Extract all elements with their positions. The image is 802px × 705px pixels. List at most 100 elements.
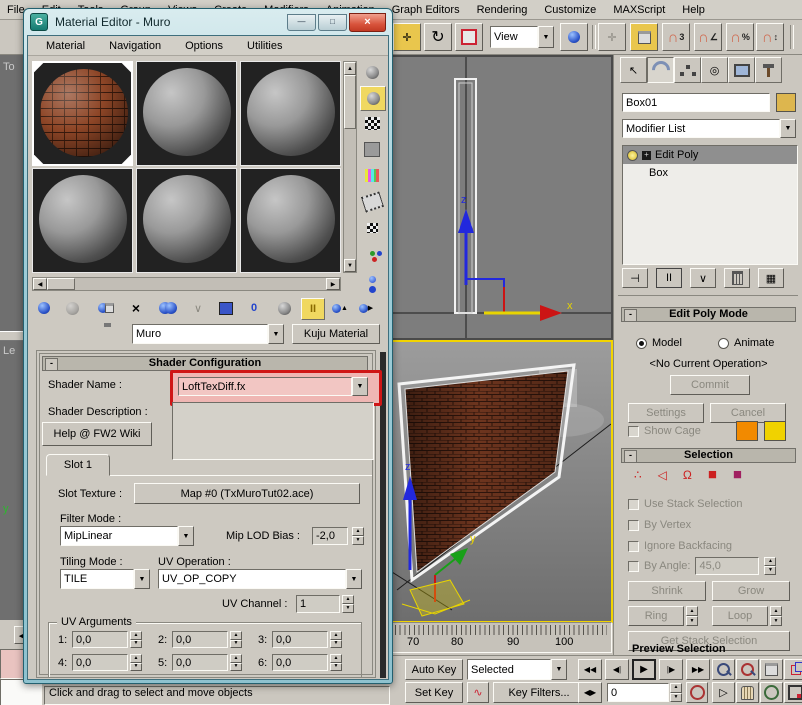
uv-arg-spinner-5[interactable]: ▲▼ <box>230 654 242 671</box>
maximize-button[interactable]: □ <box>318 14 347 31</box>
slots-vertical-scrollbar[interactable]: ▲ ▼ <box>343 61 357 273</box>
remove-modifier-button[interactable] <box>724 268 750 288</box>
configure-modifier-sets-button[interactable]: ▦ <box>758 268 784 288</box>
material-type-button[interactable]: Kuju Material <box>292 324 380 344</box>
play-button[interactable]: ▶ <box>632 659 656 680</box>
menu-material[interactable]: Material <box>46 40 85 52</box>
menu-maxscript[interactable]: MAXScript <box>613 4 665 16</box>
material-map-navigator-button[interactable] <box>360 268 384 291</box>
menu-customize[interactable]: Customize <box>544 4 596 16</box>
sample-slot[interactable] <box>136 168 237 273</box>
material-name-dropdown[interactable]: Muro ▼ <box>132 324 284 344</box>
sample-slot[interactable] <box>136 61 237 166</box>
rollout-edit-poly-mode[interactable]: - Edit Poly Mode <box>621 307 796 322</box>
uv-arg-field-2[interactable]: 0,0 <box>172 631 228 648</box>
material-editor-window[interactable]: G Material Editor - Muro — □ × Material … <box>23 8 393 684</box>
object-color-swatch[interactable] <box>776 93 796 112</box>
pan-button[interactable] <box>736 682 759 703</box>
edge-subobject-button[interactable]: ◁ <box>658 469 667 481</box>
make-material-copy-button[interactable] <box>157 298 179 318</box>
uv-arg-field-1[interactable]: 0,0 <box>72 631 128 648</box>
select-move-button[interactable]: ✛ <box>393 23 421 51</box>
default-in-out-tangents-button[interactable]: ∿ <box>467 682 489 703</box>
sample-uv-tiling-button[interactable] <box>360 138 384 161</box>
assign-material-to-selection-button[interactable] <box>95 298 117 318</box>
uv-channel-spinner[interactable]: ▲▼ <box>342 595 354 613</box>
commit-button[interactable]: Commit <box>670 375 750 395</box>
tiling-mode-dropdown[interactable]: TILE ▼ <box>60 569 150 589</box>
cancel-button[interactable]: Cancel <box>710 403 786 423</box>
checkbox-icon[interactable] <box>628 541 639 552</box>
scroll-up-icon[interactable]: ▲ <box>344 62 356 75</box>
tab-motion[interactable]: ◎ <box>701 57 728 83</box>
by-angle-field[interactable]: 45,0 <box>695 557 759 575</box>
uv-arg-field-5[interactable]: 0,0 <box>172 654 228 671</box>
ring-spinner[interactable]: ▲▼ <box>686 606 698 626</box>
select-manipulate-button[interactable]: ✛ <box>598 23 626 51</box>
field-of-view-button[interactable]: ▷ <box>712 682 735 703</box>
vertex-subobject-button[interactable]: ∴ <box>634 469 642 481</box>
collapse-icon[interactable]: - <box>45 358 58 371</box>
zoom-extents-button[interactable] <box>760 659 783 680</box>
selection-filter-dropdown[interactable]: Selected ▼ <box>467 659 567 680</box>
background-button[interactable] <box>360 112 384 135</box>
tab-utilities[interactable] <box>755 57 782 83</box>
settings-button[interactable]: Settings <box>628 403 704 423</box>
go-forward-sibling-button[interactable]: ▶ <box>355 298 377 318</box>
material-options-button[interactable] <box>360 216 384 239</box>
object-name-field[interactable]: Box01 <box>622 93 770 112</box>
video-color-check-button[interactable] <box>360 164 384 187</box>
uv-arg-spinner-6[interactable]: ▲▼ <box>330 654 342 671</box>
collapse-icon[interactable]: - <box>624 450 637 463</box>
next-frame-button[interactable]: |▶ <box>659 659 683 680</box>
loop-button[interactable]: Loop <box>712 606 768 626</box>
checkbox-icon[interactable] <box>628 520 639 531</box>
scroll-right-icon[interactable]: ▶ <box>326 278 340 290</box>
auto-key-button[interactable]: Auto Key <box>405 659 463 680</box>
chevron-down-icon[interactable]: ▼ <box>551 659 567 680</box>
slot-texture-button[interactable]: Map #0 (TxMuroTut02.ace) <box>134 483 360 504</box>
put-to-library-button[interactable] <box>215 298 237 318</box>
menu-graph-editors[interactable]: Graph Editors <box>392 4 460 16</box>
scroll-left-icon[interactable]: ◀ <box>33 278 47 290</box>
show-map-in-viewport-button[interactable] <box>273 298 295 318</box>
snaps-toggle-button[interactable] <box>630 23 658 51</box>
uv-arg-field-3[interactable]: 0,0 <box>272 631 328 648</box>
by-vertex-checkbox[interactable]: By Vertex <box>628 519 691 531</box>
checkbox-icon[interactable] <box>628 561 639 572</box>
current-frame-field[interactable]: 0 <box>607 683 669 702</box>
radio-icon[interactable] <box>636 338 647 349</box>
backlight-button[interactable] <box>360 86 386 111</box>
menu-help[interactable]: Help <box>682 4 705 16</box>
element-subobject-button[interactable]: ■ <box>733 467 742 482</box>
mip-lod-bias-spinner[interactable]: ▲▼ <box>352 527 364 545</box>
key-mode-toggle-button[interactable]: ◀▶ <box>578 682 602 703</box>
uv-channel-field[interactable]: 1 <box>296 595 340 613</box>
help-fw2-wiki-button[interactable]: Help @ FW2 Wiki <box>42 422 152 446</box>
viewport-perspective[interactable]: z y <box>390 340 613 623</box>
uv-arg-spinner-1[interactable]: ▲▼ <box>130 631 142 648</box>
chevron-down-icon[interactable]: ▼ <box>352 377 368 396</box>
shrink-button[interactable]: Shrink <box>628 581 706 601</box>
ignore-backfacing-checkbox[interactable]: Ignore Backfacing <box>628 540 732 552</box>
material-id-channel-button[interactable]: 0 <box>243 298 265 318</box>
select-rotate-button[interactable]: ↻ <box>424 23 452 51</box>
show-end-result-button[interactable]: II <box>656 268 682 288</box>
tab-create[interactable]: ↖ <box>620 57 647 83</box>
shader-name-dropdown[interactable]: LoftTexDiff.fx ▼ <box>178 377 368 396</box>
sample-slot-brick[interactable] <box>32 61 133 166</box>
chevron-down-icon[interactable]: ▼ <box>780 119 796 138</box>
menu-rendering[interactable]: Rendering <box>477 4 528 16</box>
uv-arg-spinner-3[interactable]: ▲▼ <box>330 631 342 648</box>
use-stack-selection-checkbox[interactable]: Use Stack Selection <box>628 498 742 510</box>
lightbulb-icon[interactable] <box>627 150 638 161</box>
time-configuration-button[interactable] <box>686 682 708 703</box>
go-to-start-button[interactable]: ◀◀ <box>578 659 602 680</box>
cage-color-swatch-2[interactable] <box>764 421 786 441</box>
percent-snap-button[interactable]: ∩% <box>726 23 754 51</box>
tab-modify[interactable] <box>647 57 674 83</box>
viewport-splitter[interactable] <box>0 331 25 341</box>
timeline-ruler[interactable]: 70 80 90 100 <box>392 622 612 653</box>
rollout-shader-configuration[interactable]: - Shader Configuration <box>42 356 368 371</box>
material-editor-titlebar[interactable]: G Material Editor - Muro — □ × <box>24 9 392 35</box>
